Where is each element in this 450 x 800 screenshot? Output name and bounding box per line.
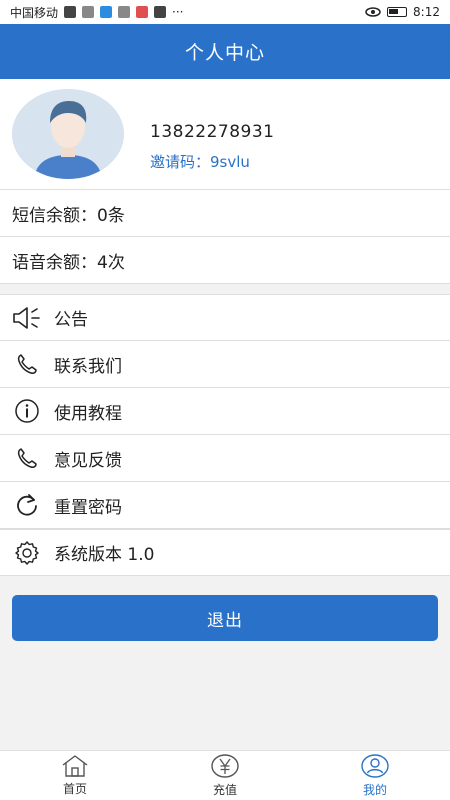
speaker-icon xyxy=(12,303,42,333)
menu-item-announcement[interactable]: 公告 xyxy=(0,294,450,341)
home-icon xyxy=(62,755,88,777)
eye-icon xyxy=(365,7,381,17)
refresh-icon xyxy=(12,490,42,520)
tab-label-recharge: 充值 xyxy=(212,783,237,797)
status-left: 中国移动 ··· xyxy=(10,4,183,21)
more-dots-icon: ··· xyxy=(172,5,184,19)
page-header: 个人中心 xyxy=(0,24,450,79)
status-bar: 中国移动 ··· 8:12 xyxy=(0,0,450,24)
yen-icon xyxy=(211,754,239,778)
menu-label-announcement: 公告 xyxy=(54,310,88,330)
signal-icon xyxy=(82,6,95,18)
menu-item-reset-password[interactable]: 重置密码 xyxy=(0,482,450,529)
menu-item-contact-us[interactable]: 联系我们 xyxy=(0,341,450,388)
phone-number: 13822278931 xyxy=(150,122,275,142)
phone-icon xyxy=(12,443,42,473)
invite-code-line: 邀请码：9svlu xyxy=(150,151,250,172)
bottom-tab-bar: 首页 充值 我的 xyxy=(0,750,450,800)
app-notification-icon xyxy=(136,6,149,18)
sms-balance-label: 短信余额：0条 xyxy=(12,205,125,226)
menu-item-tutorial[interactable]: 使用教程 xyxy=(0,388,450,435)
carrier-name: 中国移动 xyxy=(10,5,59,20)
logout-area: 退出 xyxy=(0,576,450,662)
info-icon xyxy=(12,396,42,426)
tab-home[interactable]: 首页 xyxy=(0,751,150,800)
menu-label-system-version: 系统版本 1.0 xyxy=(54,545,155,565)
menu-label-feedback: 意见反馈 xyxy=(54,450,122,471)
logout-button[interactable]: 退出 xyxy=(12,595,438,641)
invite-code-value: 9svlu xyxy=(210,153,250,171)
battery-icon xyxy=(387,7,408,17)
tab-mine[interactable]: 我的 xyxy=(300,751,450,800)
status-time: 8:12 xyxy=(413,5,440,19)
phone-icon xyxy=(12,349,42,379)
gear-icon xyxy=(12,538,42,568)
app-notification-icon xyxy=(154,6,167,18)
status-right: 8:12 xyxy=(365,5,440,19)
menu-item-system-version[interactable]: 系统版本 1.0 xyxy=(0,529,450,576)
empty-space xyxy=(0,662,450,750)
avatar[interactable] xyxy=(12,89,124,179)
menu-label-tutorial: 使用教程 xyxy=(54,403,122,424)
menu-label-reset-password: 重置密码 xyxy=(54,497,122,518)
hd-icon xyxy=(64,6,77,18)
menu-label-contact-us: 联系我们 xyxy=(54,356,122,377)
menu-item-feedback[interactable]: 意见反馈 xyxy=(0,435,450,482)
app-notification-icon xyxy=(100,6,113,18)
voice-balance-label: 语音余额：4次 xyxy=(12,252,125,273)
user-avatar-icon xyxy=(12,89,124,179)
profile-card: 13822278931 邀请码：9svlu xyxy=(0,79,450,190)
voice-balance-row: 语音余额：4次 xyxy=(0,237,450,284)
invite-code-label: 邀请码： xyxy=(150,153,211,171)
tab-label-mine: 我的 xyxy=(362,783,387,797)
user-icon xyxy=(361,754,389,778)
tab-label-home: 首页 xyxy=(62,782,87,796)
tab-recharge[interactable]: 充值 xyxy=(150,751,300,800)
page-title: 个人中心 xyxy=(184,42,265,64)
wechat-icon xyxy=(118,6,131,18)
sms-balance-row: 短信余额：0条 xyxy=(0,190,450,237)
